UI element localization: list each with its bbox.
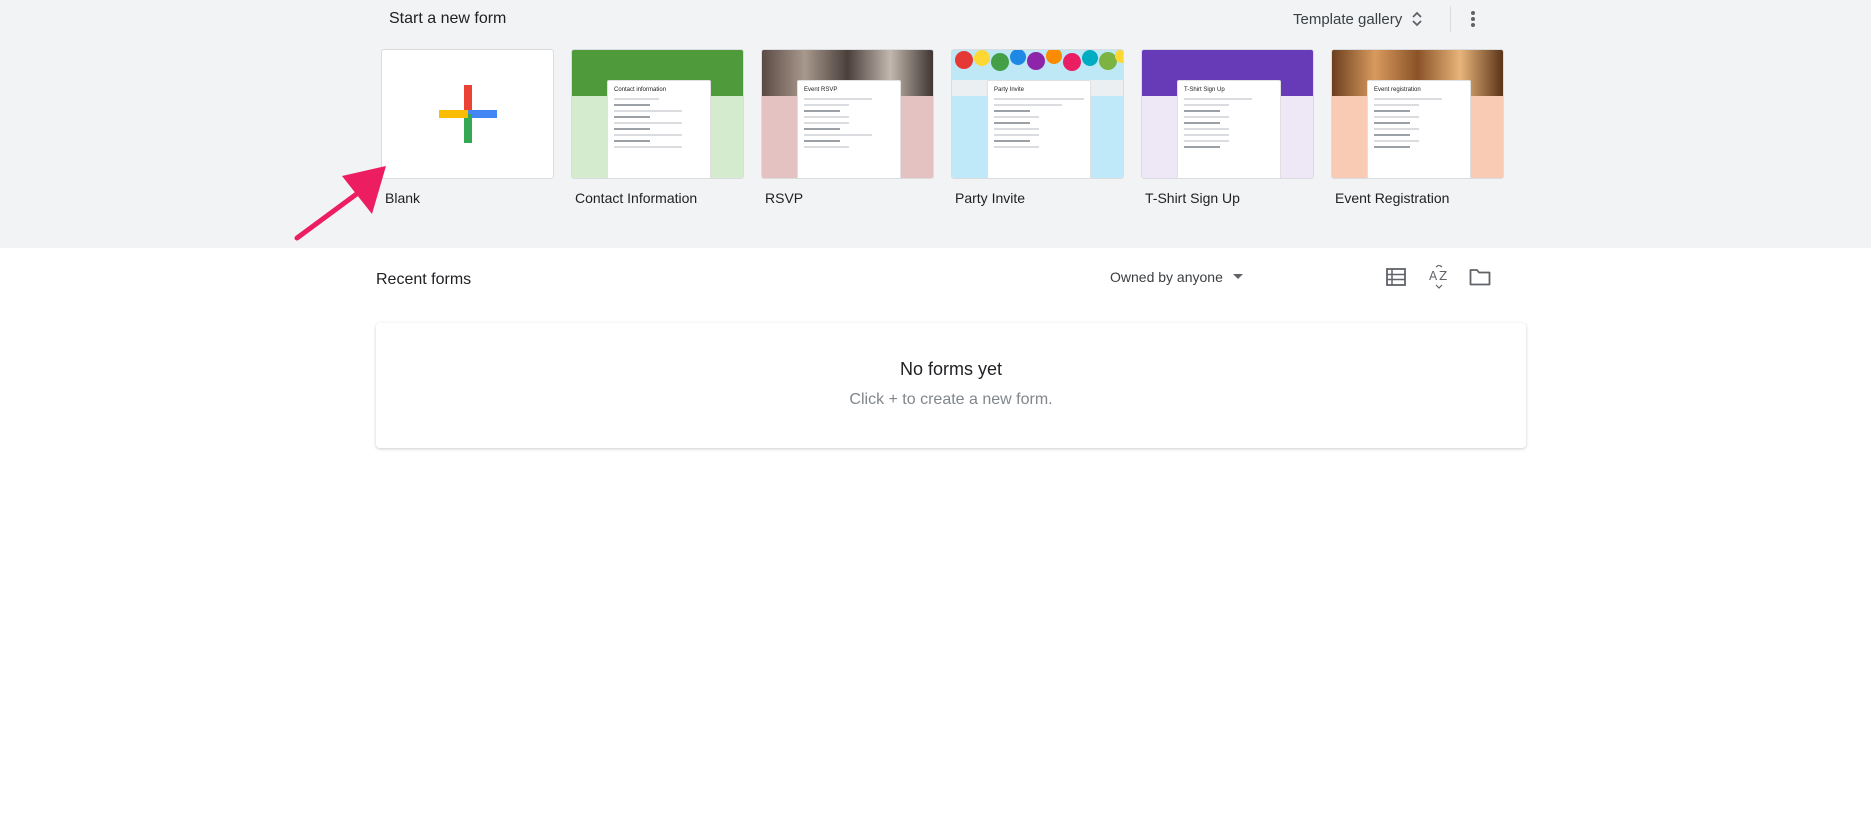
- form-preview: Party Invite: [987, 80, 1091, 178]
- list-view-icon: [1386, 268, 1406, 286]
- sort-az-icon: A Z: [1429, 265, 1447, 289]
- template-tshirt-sign-up[interactable]: T-Shirt Sign Up T-Shirt Sign Up: [1141, 49, 1314, 207]
- template-thumbnail[interactable]: Event registration: [1331, 49, 1504, 179]
- empty-state-title: No forms yet: [899, 359, 1003, 379]
- recent-forms-title: Recent forms: [376, 271, 472, 288]
- template-label: Event Registration: [1335, 190, 1450, 206]
- template-label: Party Invite: [955, 190, 1026, 206]
- list-view-button[interactable]: [1383, 264, 1409, 290]
- unfold-icon: [1412, 11, 1422, 27]
- template-label: T-Shirt Sign Up: [1145, 190, 1240, 206]
- form-preview: Event RSVP: [797, 80, 901, 178]
- svg-text:Z: Z: [1439, 269, 1447, 283]
- dropdown-arrow-icon: [1232, 274, 1243, 279]
- template-label: RSVP: [765, 190, 804, 206]
- template-party-invite[interactable]: Party Invite Party Invite: [951, 49, 1124, 207]
- sort-button[interactable]: A Z: [1426, 264, 1452, 290]
- form-preview: T-Shirt Sign Up: [1177, 80, 1281, 178]
- template-label: Contact Information: [575, 190, 698, 206]
- template-label: Blank: [385, 190, 421, 206]
- template-blank-thumbnail[interactable]: [381, 49, 554, 179]
- template-gallery-button[interactable]: Template gallery: [1283, 4, 1434, 34]
- form-preview: Event registration: [1367, 80, 1471, 178]
- start-new-form-section: Start a new form Template gallery Blank: [0, 0, 1871, 248]
- plus-icon: [439, 85, 497, 143]
- more-vert-icon: [1471, 11, 1475, 27]
- empty-state-hint: Click + to create a new form.: [849, 391, 1053, 408]
- open-file-picker-button[interactable]: [1467, 264, 1493, 290]
- template-event-registration[interactable]: Event registration Event Registration: [1331, 49, 1504, 207]
- header-divider: [1450, 6, 1451, 32]
- empty-state-card: No forms yet Click + to create a new for…: [376, 323, 1526, 448]
- template-rsvp[interactable]: Event RSVP RSVP: [761, 49, 934, 207]
- template-thumbnail[interactable]: Contact information: [571, 49, 744, 179]
- template-thumbnail[interactable]: Event RSVP: [761, 49, 934, 179]
- owner-filter-dropdown[interactable]: Owned by anyone: [1110, 266, 1243, 288]
- more-options-button[interactable]: [1462, 4, 1484, 34]
- template-contact-information[interactable]: Contact information Contact Information: [571, 49, 744, 207]
- owner-filter-label: Owned by anyone: [1110, 269, 1223, 285]
- form-preview: Contact information: [607, 80, 711, 178]
- folder-icon: [1469, 269, 1491, 286]
- svg-text:A: A: [1429, 269, 1438, 283]
- annotation-arrow-icon: [294, 166, 386, 241]
- template-thumbnail[interactable]: T-Shirt Sign Up: [1141, 49, 1314, 179]
- template-blank[interactable]: Blank: [381, 49, 554, 207]
- section-title: Start a new form: [389, 10, 507, 27]
- template-gallery-label: Template gallery: [1293, 10, 1403, 28]
- template-thumbnail[interactable]: Party Invite: [951, 49, 1124, 179]
